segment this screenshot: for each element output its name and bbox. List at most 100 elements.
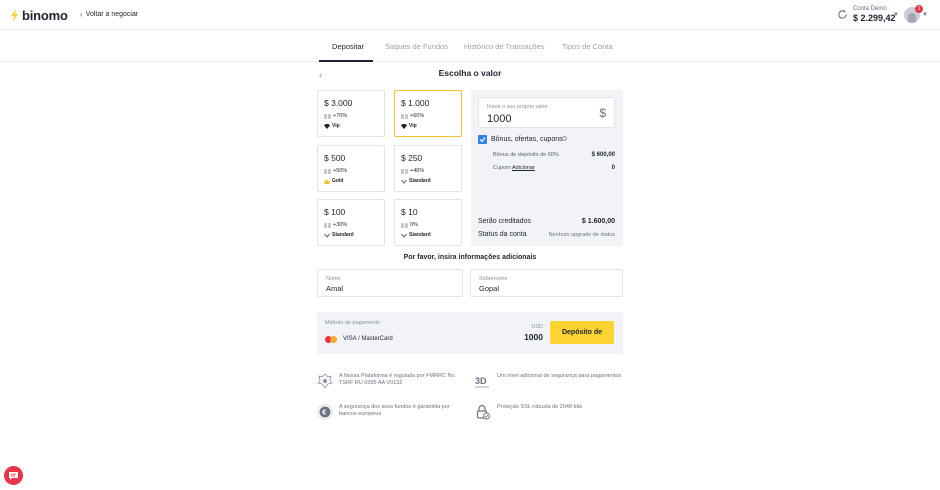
bonus-percent: +50% (333, 168, 348, 174)
tab-account-types[interactable]: Tipos de Conta (562, 42, 613, 51)
top-bar: binomo ‹ Voltar a negociar Conta Demo $ … (0, 0, 940, 30)
diamond-icon (324, 123, 330, 129)
deposit-summary-panel: Insira o seu próprio valor $ Bônus, ofer… (471, 90, 623, 246)
credited-label: Serão creditados (478, 218, 531, 225)
bolt-icon (11, 9, 18, 22)
tab-transaction-history[interactable]: Histórico de Transações (464, 42, 544, 51)
last-name-label: Sobrenome (479, 276, 508, 282)
payment-currency: USD (531, 324, 543, 330)
account-switcher[interactable]: Conta Demo $ 2.299,42 (853, 6, 896, 23)
amount-value: $ 250 (401, 153, 423, 163)
amount-tier: Vip (324, 123, 340, 129)
custom-amount-input[interactable] (487, 113, 587, 125)
payment-section: Método de pagamento VISA / MasterCard US… (317, 312, 623, 354)
add-coupon-link[interactable]: Adicionar (512, 165, 535, 171)
gift-icon (401, 113, 408, 119)
refresh-icon[interactable] (837, 9, 848, 20)
tab-withdrawals[interactable]: Saques de Fundos (385, 42, 448, 51)
bonus-checkbox[interactable] (478, 135, 487, 144)
trust-text: A segurança dos seus fundos é garantida … (339, 404, 450, 417)
amount-tier: Standard (401, 232, 431, 238)
account-type-label: Conta Demo (853, 6, 887, 12)
amount-tier: Standard (401, 178, 431, 184)
checkmark-icon (479, 137, 486, 143)
deposit-bonus-label: Bônus de depósito de 60% (493, 152, 559, 158)
support-chat-button[interactable] (4, 466, 23, 485)
chevron-down-icon[interactable]: ▼ (922, 12, 928, 18)
first-name-field[interactable]: Nome Amal (317, 269, 463, 297)
first-name-label: Nome (326, 276, 341, 282)
binomo-logo[interactable]: binomo (10, 8, 68, 23)
last-name-value[interactable]: Gopal (479, 284, 499, 293)
amount-bonus: +60% (401, 113, 424, 119)
tier-name: Standard (409, 178, 431, 184)
3d-secure-icon: 3D (475, 376, 489, 388)
chat-bubble-icon (9, 472, 18, 480)
tier-name: Vip (332, 123, 340, 129)
amount-tier: Standard (324, 232, 354, 238)
account-status-value: Nenhum upgrade de status (548, 232, 615, 238)
amount-tier: Gold (324, 178, 343, 184)
mastercard-icon (325, 335, 339, 343)
tier-name: Vip (409, 123, 417, 129)
trust-text: Um nível adicional de segurança para pag… (497, 373, 622, 379)
amount-bonus: +40% (401, 168, 424, 174)
account-balance: $ 2.299,42 (853, 13, 896, 23)
euro-coin-icon: € (317, 404, 333, 420)
amount-card-100[interactable]: $ 100 +30% Standard (317, 199, 385, 246)
active-tab-indicator (319, 60, 373, 62)
bonus-checkbox-label[interactable]: Bônus, ofertas, cupons (491, 136, 563, 143)
custom-amount-label: Insira o seu próprio valor (487, 104, 548, 110)
coupon-value: 0 (611, 165, 615, 171)
amount-card-500[interactable]: $ 500 +50% Gold (317, 145, 385, 192)
gift-icon (401, 222, 408, 228)
tier-name: Standard (409, 232, 431, 238)
ssl-lock-icon (476, 404, 490, 420)
tab-deposit[interactable]: Depositar (332, 42, 364, 51)
amount-value: $ 1.000 (401, 98, 430, 108)
back-to-trading-link[interactable]: ‹ Voltar a negociar (80, 10, 138, 19)
chevron-down-icon[interactable]: ▼ (893, 12, 899, 18)
coupon-row: Cupom Adicionar (493, 165, 535, 171)
amount-tier: Vip (401, 123, 417, 129)
amount-bonus: +30% (324, 222, 347, 228)
svg-text:€: € (322, 410, 326, 417)
gift-icon (324, 113, 331, 119)
back-link-label: Voltar a negociar (85, 11, 139, 18)
tier-name: Standard (332, 232, 354, 238)
trust-item-funds-safety: € A segurança dos seus fundos é garantid… (317, 404, 464, 420)
deposit-button[interactable]: Depósito de (550, 321, 614, 344)
bonus-percent: +40% (410, 168, 425, 174)
amount-value: $ 100 (324, 207, 346, 217)
gift-icon (401, 168, 408, 174)
payment-method-name: VISA / MasterCard (343, 336, 393, 342)
tier-name: Gold (332, 178, 344, 184)
bonus-percent: 0% (410, 222, 418, 228)
first-name-value[interactable]: Amal (326, 284, 343, 293)
trust-item-regulation: A Nossa Plataforma é regulada por FMRRC … (317, 373, 464, 389)
trust-item-ssl: Proteção SSL robusta de 2048 bits (475, 404, 622, 420)
chevron-left-icon: ‹ (80, 10, 83, 19)
amount-bonus: 0% (401, 222, 418, 228)
amount-card-3000[interactable]: $ 3.000 +70% Vip (317, 90, 385, 137)
amount-card-1000[interactable]: $ 1.000 +60% Vip (394, 90, 462, 137)
trust-text: Proteção SSL robusta de 2048 bits (497, 404, 583, 410)
info-icon[interactable]: i (562, 136, 567, 141)
credited-value: $ 1.600,00 (581, 218, 615, 225)
last-name-field[interactable]: Sobrenome Gopal (470, 269, 623, 297)
custom-amount-field[interactable]: Insira o seu próprio valor $ (478, 97, 615, 128)
amount-bonus: +70% (324, 113, 347, 119)
amount-value: $ 10 (401, 207, 418, 217)
trust-item-3d-secure: 3D Um nível adicional de segurança para … (475, 373, 622, 389)
bonus-percent: +70% (333, 113, 348, 119)
chevron-down-icon (401, 179, 407, 184)
tab-bar: Depositar Saques de Fundos Histórico de … (0, 31, 940, 62)
gift-icon (324, 222, 331, 228)
payment-method-label: Método de pagamento (325, 320, 381, 326)
amount-card-10[interactable]: $ 10 0% Standard (394, 199, 462, 246)
payment-method-selector[interactable]: VISA / MasterCard (325, 335, 393, 343)
amount-value: $ 500 (324, 153, 346, 163)
amount-card-250[interactable]: $ 250 +40% Standard (394, 145, 462, 192)
payment-amount: 1000 (524, 332, 543, 342)
coupon-label: Cupom (493, 165, 511, 171)
